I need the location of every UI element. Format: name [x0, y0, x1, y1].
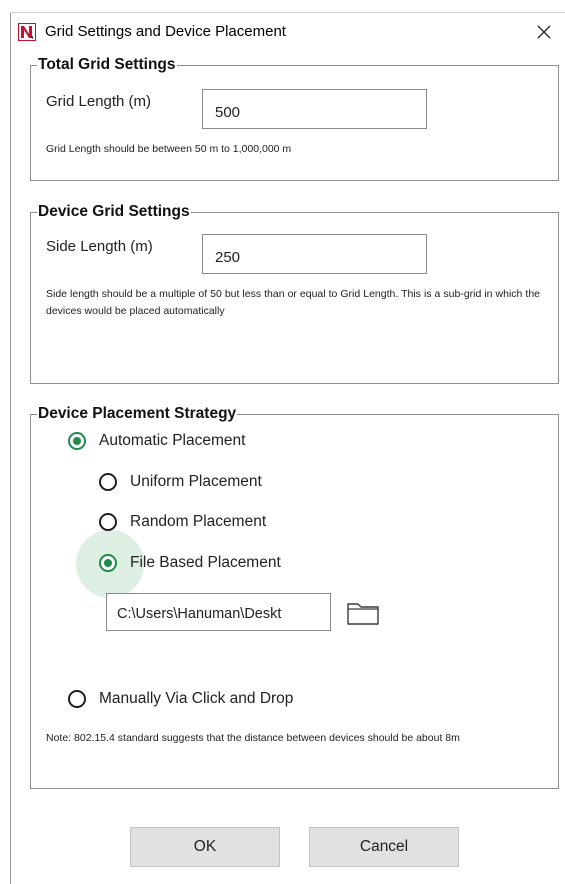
- grid-length-hint: Grid Length should be between 50 m to 1,…: [46, 143, 292, 155]
- window-title: Grid Settings and Device Placement: [45, 23, 286, 40]
- file-based-placement-radio-indicator: [99, 554, 117, 572]
- side-length-label: Side Length (m): [46, 238, 153, 255]
- uniform-placement-radio[interactable]: Uniform Placement: [99, 473, 262, 491]
- close-icon: [537, 25, 551, 39]
- grid-length-label: Grid Length (m): [46, 93, 152, 110]
- total-grid-settings-legend: Total Grid Settings: [38, 56, 176, 73]
- device-placement-strategy-legend: Device Placement Strategy: [38, 405, 237, 422]
- folder-icon: [347, 603, 379, 625]
- ok-button[interactable]: OK: [130, 827, 280, 867]
- grid-length-input[interactable]: [202, 89, 427, 129]
- uniform-placement-label: Uniform Placement: [130, 473, 262, 490]
- manual-placement-label: Manually Via Click and Drop: [99, 690, 294, 707]
- random-placement-radio-indicator: [99, 513, 117, 531]
- cancel-button[interactable]: Cancel: [309, 827, 459, 867]
- window-border-left: [10, 12, 11, 884]
- file-based-placement-radio[interactable]: File Based Placement: [99, 554, 281, 572]
- dialog-window: Grid Settings and Device Placement Total…: [0, 0, 565, 884]
- automatic-placement-radio-indicator: [68, 432, 86, 450]
- automatic-placement-label: Automatic Placement: [99, 432, 246, 449]
- file-based-placement-label: File Based Placement: [130, 554, 281, 571]
- random-placement-label: Random Placement: [130, 513, 267, 530]
- manual-placement-radio-indicator: [68, 690, 86, 708]
- device-grid-settings-legend: Device Grid Settings: [38, 203, 190, 220]
- title-bar[interactable]: Grid Settings and Device Placement: [11, 13, 565, 51]
- automatic-placement-radio[interactable]: Automatic Placement: [68, 432, 245, 450]
- manual-placement-radio[interactable]: Manually Via Click and Drop: [68, 690, 293, 708]
- netsim-app-icon: [18, 23, 36, 41]
- browse-folder-button[interactable]: [344, 598, 382, 628]
- close-button[interactable]: [529, 17, 559, 47]
- file-path-input[interactable]: [106, 593, 331, 631]
- placement-note: Note: 802.15.4 standard suggests that th…: [46, 732, 460, 744]
- random-placement-radio[interactable]: Random Placement: [99, 513, 266, 531]
- side-length-hint: Side length should be a multiple of 50 b…: [46, 288, 540, 317]
- side-length-input[interactable]: [202, 234, 427, 274]
- uniform-placement-radio-indicator: [99, 473, 117, 491]
